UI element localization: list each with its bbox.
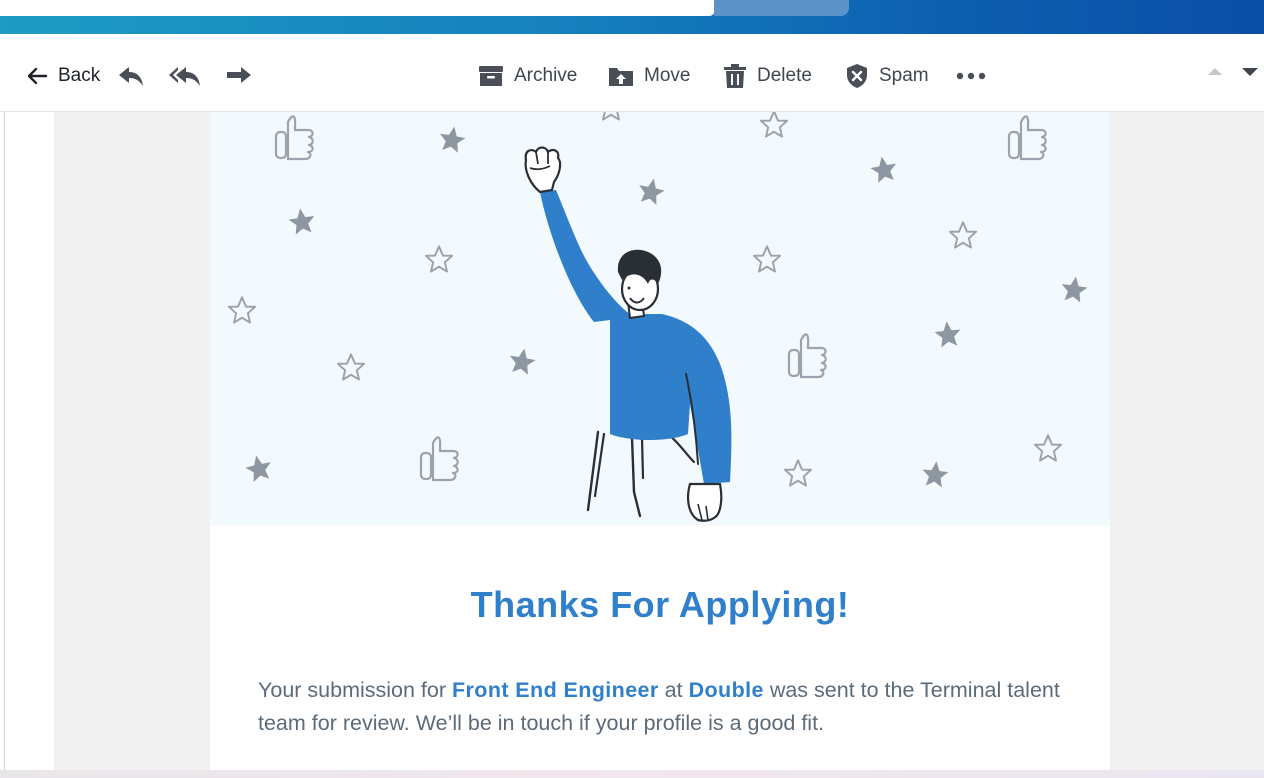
archive-label: Archive: [514, 65, 578, 86]
next-message-icon[interactable]: [1242, 68, 1258, 76]
reply-button[interactable]: [117, 62, 145, 90]
forward-button[interactable]: [225, 62, 253, 90]
email-canvas: Thanks For Applying! Your submission for…: [54, 112, 1264, 778]
job-role: Front End Engineer: [452, 678, 659, 702]
company-name: Double: [688, 678, 764, 702]
previous-message-icon[interactable]: [1208, 68, 1222, 75]
body-mid: at: [658, 678, 689, 702]
app-header: [0, 0, 1264, 34]
shield-x-icon: [847, 64, 867, 88]
taskbar-edge: [0, 770, 1264, 778]
trash-icon: [724, 64, 746, 88]
message-toolbar: Back Archive Move Delete Spam: [0, 34, 1264, 112]
email-body-text: Your submission for Front End Engineer a…: [258, 674, 1078, 740]
forward-icon: [227, 67, 251, 83]
move-button[interactable]: Move: [608, 62, 690, 90]
spam-button[interactable]: Spam: [845, 62, 929, 90]
archive-button[interactable]: Archive: [478, 62, 577, 90]
archive-icon: [479, 66, 503, 86]
move-label: Move: [644, 65, 691, 86]
more-actions-button[interactable]: [956, 62, 986, 90]
reply-all-button[interactable]: [168, 62, 202, 90]
celebration-illustration: [210, 112, 1110, 526]
arrow-left-icon: [27, 67, 48, 85]
search-input[interactable]: [0, 0, 715, 16]
delete-button[interactable]: Delete: [723, 62, 812, 90]
message-nav: [1204, 64, 1264, 85]
more-dots-icon: [956, 72, 986, 80]
reading-pane-edge: [0, 112, 5, 778]
email-heading: Thanks For Applying!: [470, 584, 850, 625]
cheering-person-illustration: [524, 146, 732, 522]
back-button[interactable]: Back: [26, 62, 100, 90]
move-to-folder-icon: [609, 68, 633, 86]
body-prefix: Your submission for: [258, 678, 452, 702]
back-label: Back: [58, 65, 101, 86]
delete-label: Delete: [757, 65, 812, 86]
reading-pane-gutter: [6, 112, 54, 778]
search-button[interactable]: [714, 0, 849, 16]
spam-label: Spam: [879, 65, 929, 86]
reply-icon: [119, 67, 143, 86]
email-card: Thanks For Applying! Your submission for…: [210, 112, 1110, 778]
reply-all-icon: [169, 67, 200, 86]
